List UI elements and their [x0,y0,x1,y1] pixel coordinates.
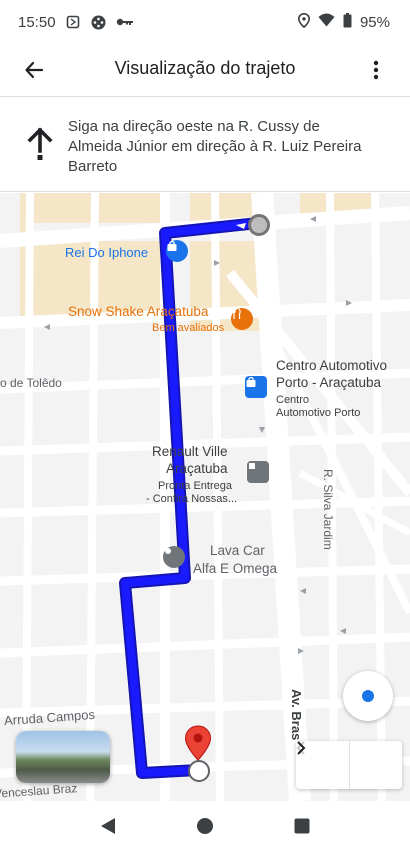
poi-sublabel-renault-2: - Confira Nossas... [146,493,238,505]
car-wash-icon[interactable] [163,546,185,568]
street-view-thumbnail[interactable] [16,731,110,783]
game-controller-icon [91,15,106,30]
poi-label-lava-car-line1[interactable]: Lava Car [210,543,265,559]
screenshot-icon [66,15,81,30]
top-app-bar: Visualização do trajeto [0,44,410,96]
car-dealer-icon[interactable] [247,461,269,483]
my-location-icon [362,690,374,702]
direction-step-text: Siga na direção oeste na R. Cussy de Alm… [68,118,362,175]
poi-sublabel-snow-shake: Bem avaliados [152,322,225,334]
status-right: 95% [297,12,390,32]
arrow-up-icon [27,127,53,160]
direction-step-banner: Siga na direção oeste na R. Cussy de Alm… [0,96,410,192]
route-end-marker [188,760,210,782]
route-start-marker [248,214,270,236]
nav-home-icon [196,817,213,834]
arrow-back-icon [25,61,44,79]
page-title: Visualização do trajeto [114,58,296,78]
poi-label-lava-car-line2[interactable]: Alfa E Omega [193,561,277,577]
back-button[interactable] [20,56,48,84]
wifi-icon [318,13,335,31]
nav-recents-button[interactable] [287,811,317,841]
location-icon [297,12,310,32]
shopping-bag-icon[interactable] [245,376,267,398]
next-step-button[interactable] [297,741,402,789]
status-bar: 15:50 95% [0,0,410,44]
poi-label-snow-shake[interactable]: Snow Shake Araçatuba [68,304,208,320]
poi-sublabel-centro-2: Automotivo Porto [276,407,361,419]
system-nav-bar [0,801,410,850]
street-label-toledo: o de Tolêdo [0,376,62,390]
more-vert-icon [373,60,379,80]
street-label-silva-jardim: R. Silva Jardim [321,469,335,550]
battery-icon [343,12,352,32]
poi-label-renault-line1[interactable]: Renault Ville [152,444,228,460]
status-time: 15:50 [18,13,56,31]
restaurant-icon[interactable] [231,308,253,330]
destination-pin-icon[interactable] [184,725,212,761]
key-icon [116,15,134,30]
more-options-button[interactable] [364,56,388,84]
route-map[interactable]: Rei Do Iphone Snow Shake Araçatuba Bem a… [0,193,410,801]
shopping-bag-icon[interactable] [166,240,188,262]
poi-label-rei-do-iphone[interactable]: Rei Do Iphone [65,245,148,261]
nav-back-button[interactable] [93,811,123,841]
poi-label-renault-line2[interactable]: Araçatuba [166,461,228,477]
poi-label-centro-automotivo-line1[interactable]: Centro Automotivo [276,358,387,374]
my-location-button[interactable] [343,671,393,721]
chevron-right-icon [297,741,306,755]
street-label-av-bras: Av. Bras [289,689,304,741]
poi-label-centro-automotivo-line2[interactable]: Porto - Araçatuba [276,375,381,391]
nav-back-icon [101,817,116,834]
step-navigation [296,741,402,789]
status-left: 15:50 [18,14,134,31]
battery-level: 95% [359,13,390,31]
nav-recents-icon [294,818,310,833]
nav-home-button[interactable] [190,811,220,841]
